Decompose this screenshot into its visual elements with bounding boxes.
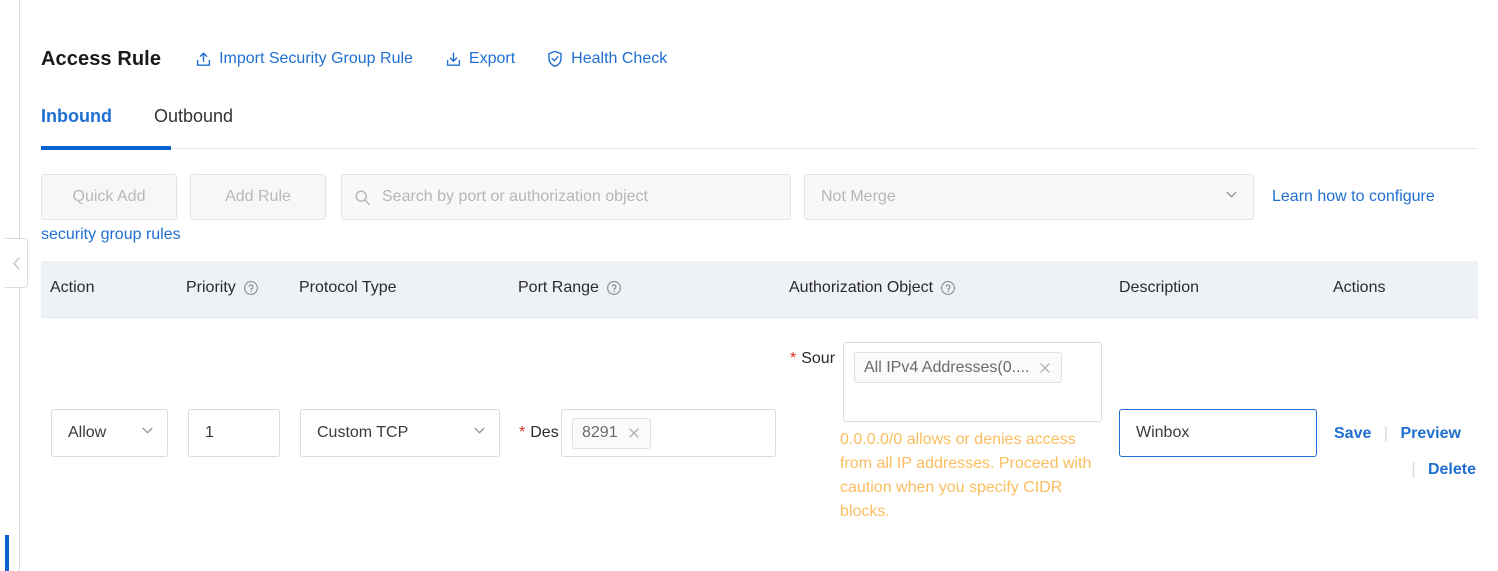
sidebar-collapse-handle[interactable] xyxy=(5,238,28,288)
action-select[interactable]: Allow xyxy=(51,409,168,457)
import-security-group-rule-button[interactable]: Import Security Group Rule xyxy=(195,50,413,68)
tab-bar: Inbound Outbound xyxy=(41,106,233,144)
column-header-authorization-object-label: Authorization Object xyxy=(789,279,934,296)
page-header: Access Rule Import Security Group Rule E… xyxy=(41,42,667,76)
tab-bar-divider xyxy=(171,148,1478,149)
description-value: Winbox xyxy=(1136,424,1190,441)
column-header-priority: Priority xyxy=(186,279,259,297)
priority-value: 1 xyxy=(205,424,214,441)
table-header-divider xyxy=(41,317,1478,318)
column-header-action-label: Action xyxy=(50,279,95,296)
chevron-down-icon xyxy=(140,423,155,443)
source-field-label-text: Sour xyxy=(801,350,836,367)
shield-check-icon xyxy=(546,50,564,68)
priority-input[interactable]: 1 xyxy=(188,409,280,457)
export-label: Export xyxy=(468,50,516,67)
column-header-description-label: Description xyxy=(1119,279,1200,296)
authorization-object-input[interactable]: All IPv4 Addresses(0.... xyxy=(843,342,1102,422)
authorization-object-tag[interactable]: All IPv4 Addresses(0.... xyxy=(854,352,1063,383)
action-select-value: Allow xyxy=(68,424,107,441)
rail-accent-bar-bottom xyxy=(5,535,9,571)
add-rule-button[interactable]: Add Rule xyxy=(190,174,326,220)
preview-button[interactable]: Preview xyxy=(1400,425,1460,442)
question-circle-icon[interactable] xyxy=(606,280,622,296)
download-icon xyxy=(445,51,462,68)
authorization-object-tag-label: All IPv4 Addresses(0.... xyxy=(864,358,1030,376)
port-tag[interactable]: 8291 xyxy=(572,417,651,449)
action-separator: | xyxy=(1411,461,1416,478)
health-check-label: Health Check xyxy=(571,50,668,67)
toolbar: Quick Add Add Rule Not Merge Learn how t… xyxy=(41,174,1435,220)
row-actions-line1: Save | Preview xyxy=(1334,416,1494,452)
page-title: Access Rule xyxy=(41,47,162,70)
column-header-protocol-type: Protocol Type xyxy=(299,279,397,297)
cidr-warning-text: 0.0.0.0/0 allows or denies access from a… xyxy=(840,431,1092,520)
search-icon xyxy=(354,189,371,206)
port-range-input[interactable]: 8291 xyxy=(561,409,776,457)
column-header-actions: Actions xyxy=(1333,279,1385,297)
close-icon[interactable] xyxy=(627,426,641,440)
port-tag-label: 8291 xyxy=(582,424,618,441)
column-header-port-range: Port Range xyxy=(518,279,622,297)
save-button[interactable]: Save xyxy=(1334,425,1371,442)
source-field-label: * Sour xyxy=(790,350,835,368)
protocol-type-value: Custom TCP xyxy=(317,424,409,441)
question-circle-icon[interactable] xyxy=(243,280,259,296)
chevron-down-icon xyxy=(1224,187,1239,207)
tab-inbound[interactable]: Inbound xyxy=(41,106,112,137)
delete-button[interactable]: Delete xyxy=(1428,461,1476,478)
search-box[interactable] xyxy=(341,174,791,220)
column-header-port-range-label: Port Range xyxy=(518,279,599,296)
upload-icon xyxy=(195,51,212,68)
table-header-row: Action Priority Protocol Type Port Range… xyxy=(41,261,1478,317)
security-group-rules-link[interactable]: security group rules xyxy=(41,226,181,244)
column-header-description: Description xyxy=(1119,279,1199,297)
row-actions-line2: | Delete xyxy=(1334,452,1494,488)
merge-select[interactable]: Not Merge xyxy=(804,174,1254,220)
column-header-actions-label: Actions xyxy=(1333,279,1386,296)
destination-field-label-text: Des xyxy=(530,424,559,441)
close-icon[interactable] xyxy=(1038,361,1052,375)
search-input[interactable] xyxy=(380,187,778,207)
export-button[interactable]: Export xyxy=(445,50,515,68)
row-actions: Save | Preview | Delete xyxy=(1334,416,1494,488)
column-header-priority-label: Priority xyxy=(186,279,236,296)
merge-select-value: Not Merge xyxy=(821,188,896,205)
question-circle-icon[interactable] xyxy=(940,280,956,296)
health-check-button[interactable]: Health Check xyxy=(546,50,667,68)
action-separator: | xyxy=(1383,425,1388,442)
column-header-protocol-type-label: Protocol Type xyxy=(299,279,397,296)
protocol-type-select[interactable]: Custom TCP xyxy=(300,409,500,457)
quick-add-button[interactable]: Quick Add xyxy=(41,174,177,220)
column-header-action: Action xyxy=(50,279,94,297)
required-marker: * xyxy=(790,350,797,367)
tab-active-indicator xyxy=(41,146,171,150)
destination-field-label: * Des xyxy=(519,424,559,442)
column-header-authorization-object: Authorization Object xyxy=(789,279,956,297)
learn-how-to-configure-link[interactable]: Learn how to configure xyxy=(1272,188,1435,206)
import-security-group-rule-label: Import Security Group Rule xyxy=(219,50,413,67)
description-input[interactable]: Winbox xyxy=(1119,409,1317,457)
tab-outbound[interactable]: Outbound xyxy=(154,106,233,137)
chevron-left-icon xyxy=(12,257,21,270)
chevron-down-icon xyxy=(472,423,487,443)
required-marker: * xyxy=(519,424,526,441)
